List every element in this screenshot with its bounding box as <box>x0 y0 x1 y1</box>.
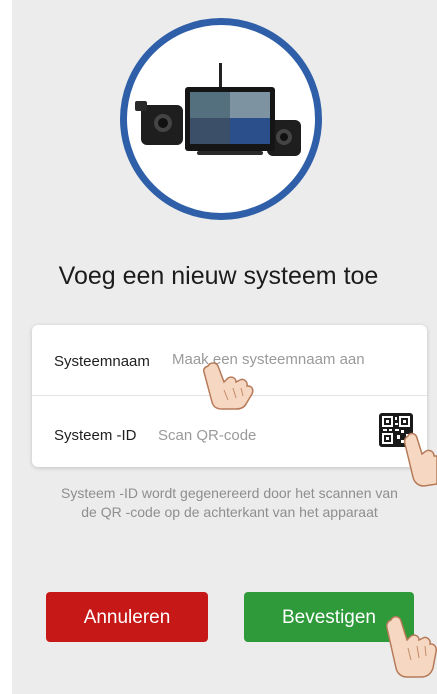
system-id-label: Systeem -ID <box>54 427 137 444</box>
pointing-hand-icon <box>386 616 437 678</box>
hint-line-1: Systeem -ID wordt gegenereerd door het s… <box>61 485 398 501</box>
pointing-hand-icon <box>203 362 254 410</box>
product-image <box>120 18 322 220</box>
system-name-label: Systeemnaam <box>54 353 150 370</box>
scan-qr-text[interactable]: Scan QR-code <box>158 427 256 444</box>
camera-system-illustration <box>135 63 301 156</box>
hint-line-2: de QR -code op de achterkant van het app… <box>81 504 378 520</box>
pointing-hand-icon <box>403 432 437 487</box>
system-id-hint: Systeem -ID wordt gegenereerd door het s… <box>32 484 427 522</box>
cancel-button[interactable]: Annuleren <box>46 592 208 642</box>
page-title: Voeg een nieuw systeem toe <box>58 262 379 290</box>
